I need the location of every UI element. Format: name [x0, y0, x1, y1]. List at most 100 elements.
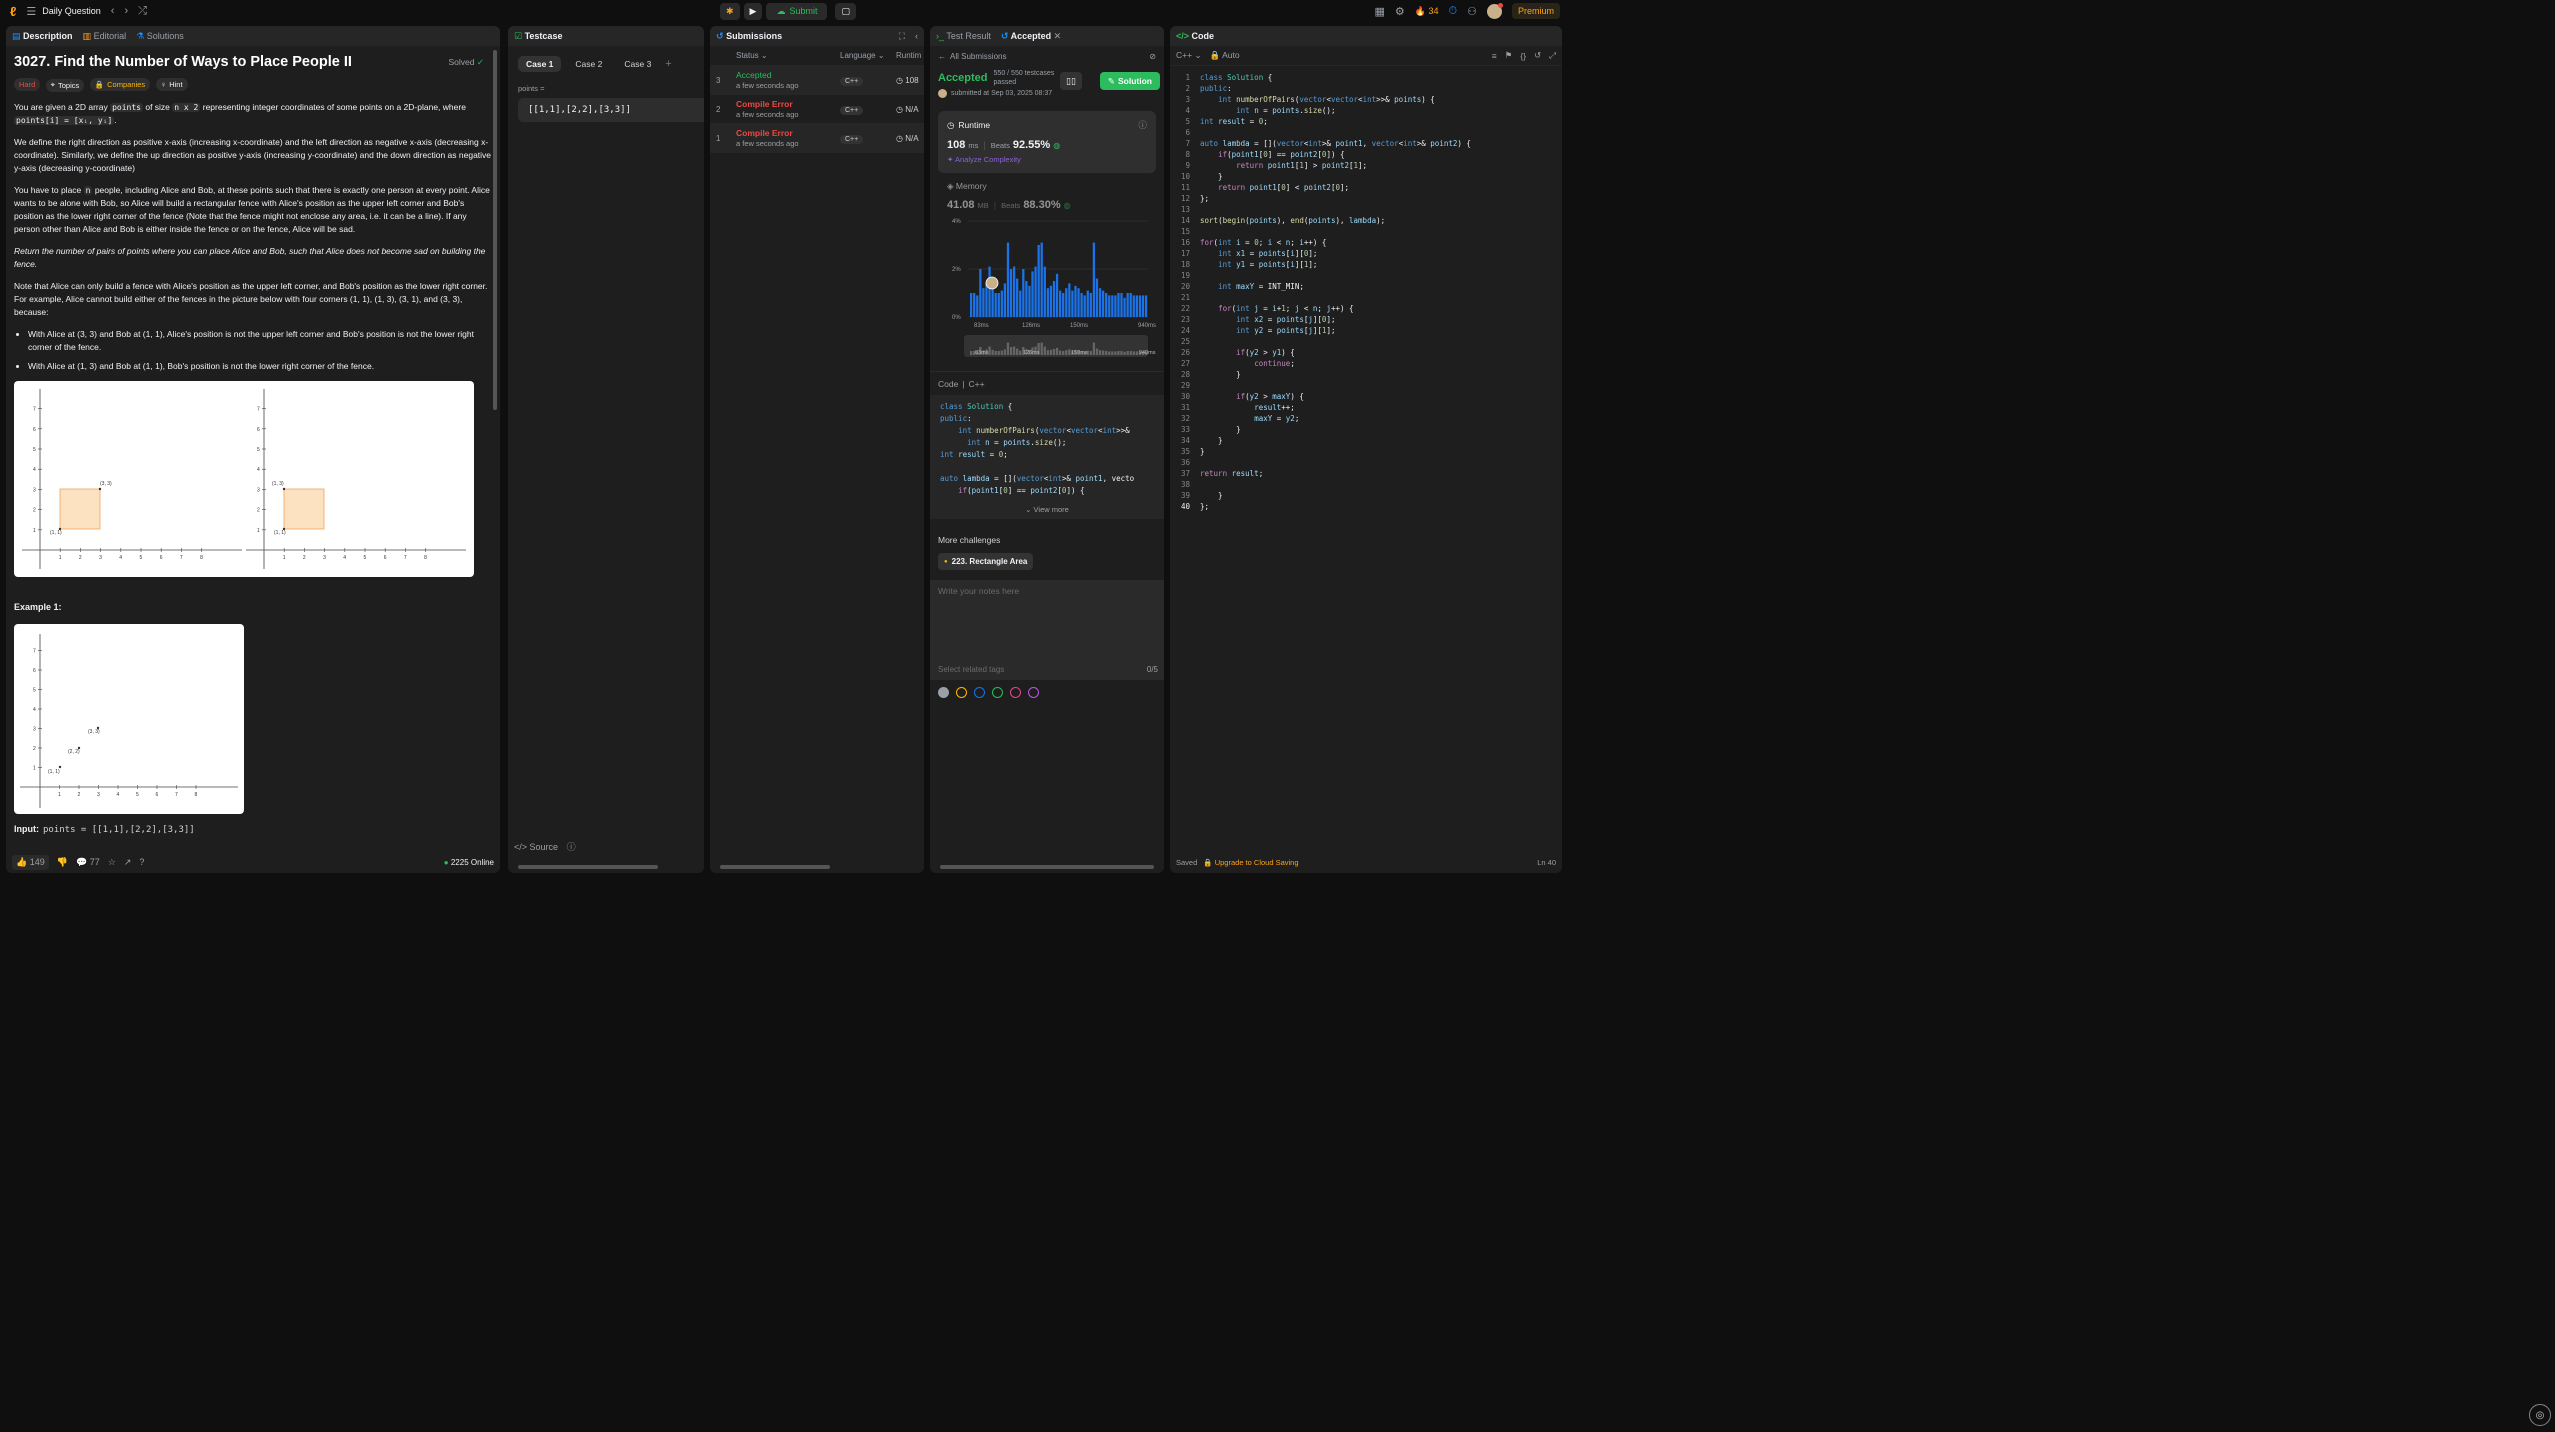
runtime-card[interactable]: ◷ Runtime ⓘ 108 ms | Beats 92.55% ◍ ✦ Anal… [938, 111, 1156, 173]
tab-editorial[interactable]: ▥ Editorial [83, 31, 127, 42]
notes-button[interactable]: ▢ [835, 2, 856, 20]
code-line[interactable]: 29 [1174, 380, 1562, 391]
code-line[interactable]: 18 int y1 = points[i][1]; [1174, 259, 1562, 270]
code-line[interactable]: 13 [1174, 204, 1562, 215]
param-input[interactable]: [[1,1],[2,2],[3,3]] [518, 98, 704, 122]
braces-icon[interactable]: {} [1520, 51, 1526, 61]
submission-row[interactable]: 3 Accepted a few seconds ago C++ ◷ 108 [710, 66, 924, 95]
submit-button[interactable]: ☁ Submit [766, 2, 828, 20]
code-line[interactable]: 35} [1174, 446, 1562, 457]
source-button[interactable]: </> Source [514, 842, 558, 852]
submissions-hscroll[interactable] [720, 865, 830, 869]
code-line[interactable]: 30 if(y2 > maxY) { [1174, 391, 1562, 402]
tab-solutions[interactable]: ⚗ Solutions [136, 31, 184, 42]
fullscreen-icon[interactable]: ⤢ [1549, 50, 1556, 61]
code-line[interactable]: 16 for(int i = 0; i < n; i++) { [1174, 237, 1562, 248]
code-line[interactable]: 38 [1174, 479, 1562, 490]
reset-icon[interactable]: ↺ [1534, 50, 1541, 61]
code-line[interactable]: 6 [1174, 127, 1562, 138]
code-line[interactable]: 24 int y2 = points[j][1]; [1174, 325, 1562, 336]
streak-counter[interactable]: 🔥 34 [1415, 6, 1439, 17]
testcase-hscroll[interactable] [518, 865, 658, 869]
note-color-swatch[interactable] [938, 687, 949, 698]
submission-row[interactable]: 2 Compile Error a few seconds ago C++ ◷ … [710, 95, 924, 124]
collapse-icon[interactable]: ‹ [915, 31, 918, 41]
hint-tag[interactable]: ♀ Hint [155, 78, 188, 91]
submission-status[interactable]: Compile Error [736, 128, 840, 138]
status-column-header[interactable]: Status ⌄ [736, 51, 840, 60]
code-line[interactable]: 1 class Solution { [1174, 72, 1562, 83]
companies-tag[interactable]: 🔒 Companies [89, 78, 151, 91]
format-icon[interactable]: ≡ [1492, 51, 1497, 61]
favorite-star-icon[interactable]: ☆ [108, 857, 116, 868]
code-line[interactable]: 25 [1174, 336, 1562, 347]
run-button[interactable]: ▶ [743, 2, 763, 20]
help-icon[interactable]: ? [139, 857, 144, 867]
upgrade-cloud-link[interactable]: 🔒 Upgrade to Cloud Saving [1203, 858, 1298, 867]
note-color-swatch[interactable] [1028, 687, 1039, 698]
runtime-column-header[interactable]: Runtim [896, 51, 921, 60]
code-line[interactable]: 9 return point1[1] > point2[1]; [1174, 160, 1562, 171]
next-question-icon[interactable]: › [124, 5, 128, 17]
code-editor[interactable]: 1 class Solution {2 public: 3 int numberOfP… [1170, 72, 1562, 851]
code-line[interactable]: 10 } [1174, 171, 1562, 182]
code-line[interactable]: 8 if(point1[0] == point2[0]) { [1174, 149, 1562, 160]
code-line[interactable]: 22 for(int j = i+1; j < n; j++) { [1174, 303, 1562, 314]
timer-icon[interactable]: ⏱ [1449, 5, 1458, 18]
tab-code[interactable]: </> Code [1176, 31, 1214, 41]
add-friend-icon[interactable]: ⚇ [1467, 5, 1477, 18]
code-line[interactable]: 40}; [1174, 501, 1562, 512]
analyze-complexity-link[interactable]: ✦ Analyze Complexity [947, 155, 1147, 164]
code-line[interactable]: 4 int n = points.size(); [1174, 105, 1562, 116]
solution-button[interactable]: ✎ Solution [1099, 72, 1160, 90]
code-line[interactable]: 28 } [1174, 369, 1562, 380]
info-icon[interactable]: ⓘ [567, 842, 576, 852]
code-line[interactable]: 19 [1174, 270, 1562, 281]
case-3-tab[interactable]: Case 3 [616, 56, 659, 72]
note-color-swatch[interactable] [956, 687, 967, 698]
code-line[interactable]: 3 int numberOfPairs(vector<vector<int>>&… [1174, 94, 1562, 105]
add-case-icon[interactable]: + [665, 58, 671, 70]
list-icon[interactable]: ☰ [26, 5, 36, 18]
case-1-tab[interactable]: Case 1 [518, 56, 562, 72]
shuffle-icon[interactable]: ⤮ [138, 5, 147, 18]
notes-area[interactable]: Write your notes here Select related tag… [930, 580, 1164, 680]
code-line[interactable]: 27 continue; [1174, 358, 1562, 369]
like-button[interactable]: 👍 149 [12, 854, 49, 870]
code-line[interactable]: 20 int maxY = INT_MIN; [1174, 281, 1562, 292]
tab-test-result[interactable]: ›_ Test Result [936, 31, 991, 41]
tab-accepted[interactable]: ↺ Accepted ✕ [1001, 31, 1061, 42]
challenge-chip[interactable]: ● 223. Rectangle Area [938, 553, 1034, 570]
chat-bubble-icon[interactable]: ◎ [2529, 1404, 2551, 1426]
submission-row[interactable]: 1 Compile Error a few seconds ago C++ ◷ … [710, 124, 924, 153]
code-line[interactable]: 36 [1174, 457, 1562, 468]
language-column-header[interactable]: Language ⌄ [840, 51, 896, 60]
back-arrow-icon[interactable]: ← [938, 52, 946, 61]
comments-button[interactable]: 💬 77 [76, 857, 100, 868]
daily-question-link[interactable]: Daily Question [42, 6, 101, 16]
code-line[interactable]: 21 [1174, 292, 1562, 303]
premium-button[interactable]: Premium [1511, 3, 1560, 19]
code-line[interactable]: 2 public: [1174, 83, 1562, 94]
code-line[interactable]: 15 [1174, 226, 1562, 237]
memory-card[interactable]: ◈ Memory 41.08 MB | Beats 88.30% ◍ [938, 173, 1156, 211]
auto-mode[interactable]: 🔒 Auto [1210, 50, 1240, 61]
prev-question-icon[interactable]: ‹ [111, 5, 115, 17]
tags-select[interactable]: Select related tags [938, 665, 1004, 674]
code-line[interactable]: 33 } [1174, 424, 1562, 435]
description-scrollbar[interactable] [493, 50, 497, 410]
close-tab-icon[interactable]: ✕ [1054, 31, 1062, 41]
code-line[interactable]: 32 maxY = y2; [1174, 413, 1562, 424]
note-color-swatch[interactable] [974, 687, 985, 698]
leetcode-logo[interactable]: ℓ [10, 4, 16, 19]
tab-submissions[interactable]: ↺ Submissions [716, 31, 782, 42]
note-color-swatch[interactable] [1010, 687, 1021, 698]
code-line[interactable]: 12}; [1174, 193, 1562, 204]
case-2-tab[interactable]: Case 2 [567, 56, 610, 72]
language-select[interactable]: C++ ⌄ [1176, 50, 1202, 61]
code-line[interactable]: 5 int result = 0; [1174, 116, 1562, 127]
code-line[interactable]: 34 } [1174, 435, 1562, 446]
debug-button[interactable]: ✱ [720, 2, 740, 20]
tab-testcase[interactable]: ☑ Testcase [514, 31, 562, 42]
result-hscroll[interactable] [940, 865, 1154, 869]
